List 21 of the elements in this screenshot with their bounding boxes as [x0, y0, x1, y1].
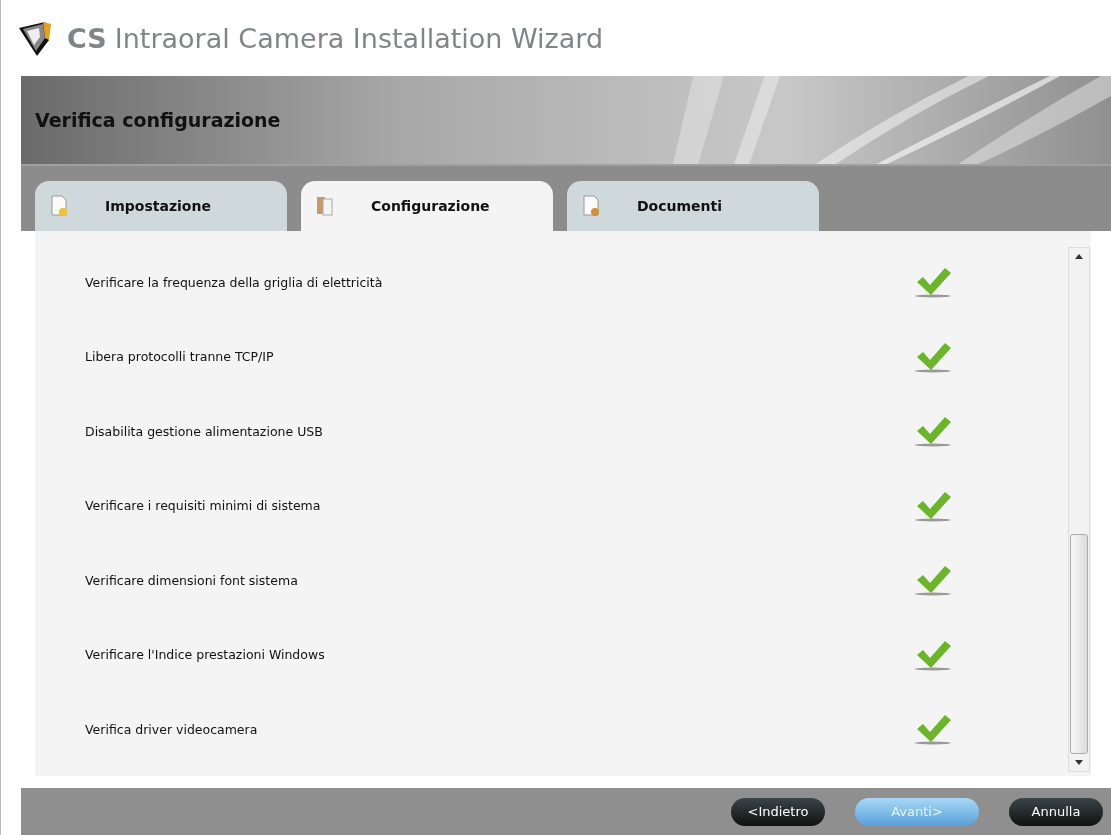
tab[interactable]: Documenti — [567, 181, 819, 231]
check-label: Verificare dimensioni font sistema — [84, 572, 299, 588]
check-label: Verifica driver videocamera — [84, 721, 259, 737]
scroll-down-icon[interactable] — [1075, 760, 1083, 765]
document-icon — [49, 195, 69, 217]
check-label: Disabilita gestione alimentazione USB — [84, 423, 324, 439]
check-label: Verificare la frequenza della griglia di elettricità — [84, 274, 384, 290]
brand-name: CS — [67, 22, 107, 54]
tab[interactable]: Configurazione — [301, 181, 553, 231]
document-icon — [581, 195, 601, 217]
clipboard-icon — [315, 195, 335, 217]
window-title: Intraoral Camera Installation Wizard — [114, 22, 604, 54]
page-title: Verifica configurazione — [35, 109, 281, 131]
wizard-button[interactable]: Annulla — [1009, 797, 1103, 826]
wizard-button[interactable]: <Indietro — [731, 797, 825, 826]
tab[interactable]: Impostazione — [35, 181, 287, 231]
check-label: Libera protocolli tranne TCP/IP — [84, 349, 275, 365]
scroll-up-icon[interactable] — [1075, 254, 1083, 259]
check-label: Verificare i requisiti minimi di sistema — [84, 498, 322, 514]
check-label: Verificare l'Indice prestazioni Windows — [84, 647, 326, 663]
scrollbar[interactable] — [1068, 247, 1090, 772]
